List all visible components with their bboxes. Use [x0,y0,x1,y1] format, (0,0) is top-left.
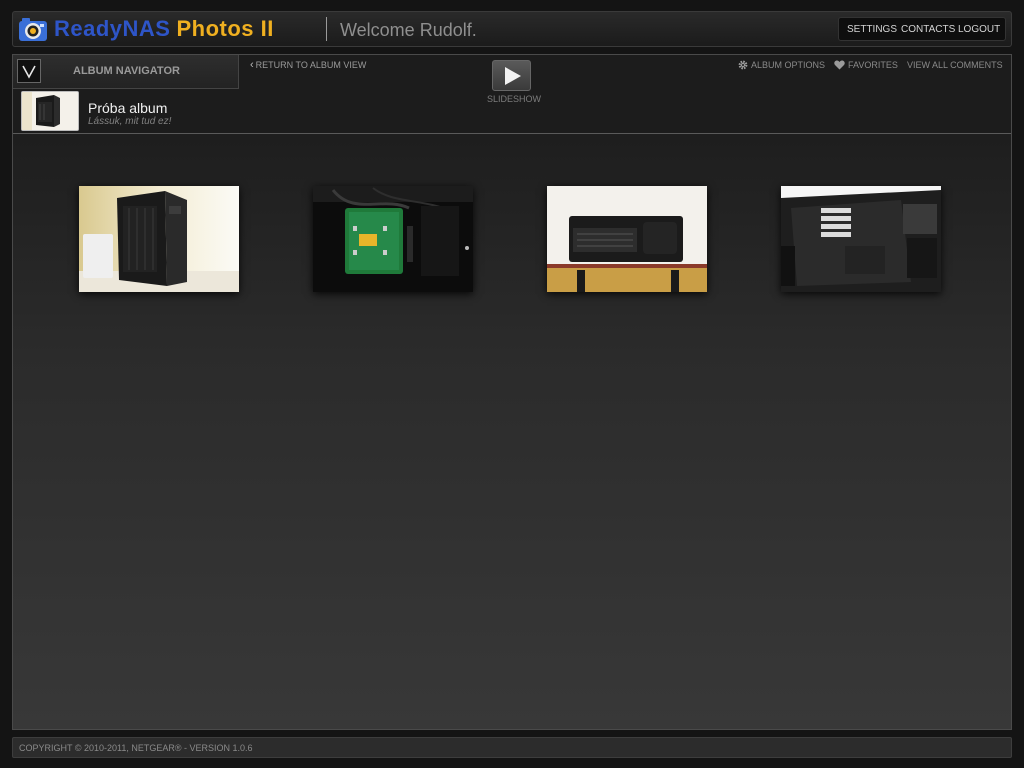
photo-thumbnail[interactable] [547,186,707,292]
album-navigator-toggle[interactable] [17,59,41,83]
app-window: ReadyNAS Photos II Welcome Rudolf. SETTIN… [0,0,1024,768]
contacts-link[interactable]: CONTACTS [901,24,955,36]
camera-icon [19,18,47,41]
slideshow-label: SLIDESHOW [487,94,542,104]
favorites-label: FAVORITES [848,60,898,70]
album-thumbnail[interactable] [21,91,79,131]
album-toolbar: ALBUM NAVIGATOR Próba album Lássuk, mit … [13,55,1011,134]
settings-link[interactable]: SETTINGS [847,24,897,36]
album-navigator-title: ALBUM NAVIGATOR [73,65,180,77]
album-cover-image [22,92,78,130]
album-options-link[interactable]: ALBUM OPTIONS [738,59,825,71]
heart-icon [834,60,845,70]
copyright-text: COPYRIGHT © 2010-2011, NETGEAR® - VERSIO… [19,743,253,753]
album-navigator-header: ALBUM NAVIGATOR [13,55,239,89]
brand-logo: ReadyNAS Photos II [54,16,274,42]
header-bar: ReadyNAS Photos II Welcome Rudolf. SETTIN… [12,11,1012,47]
pc-case-interior-image [781,186,941,292]
chevron-left-icon: ‹ [250,59,254,71]
welcome-message: Welcome Rudolf. [340,20,477,40]
favorites-link[interactable]: FAVORITES [834,59,898,71]
slideshow-button[interactable] [492,60,531,91]
return-label: RETURN TO ALBUM VIEW [255,60,367,70]
gear-icon [738,60,748,70]
brand-name: ReadyNAS [54,16,171,41]
play-icon [504,67,521,85]
account-nav: SETTINGS CONTACTS LOGOUT [838,17,1006,41]
photo-thumbnail[interactable] [79,186,239,292]
chevron-down-icon [22,65,36,79]
footer-bar: COPYRIGHT © 2010-2011, NETGEAR® - VERSIO… [12,737,1012,758]
view-all-comments-link[interactable]: VIEW ALL COMMENTS [907,59,1003,71]
header-divider [326,17,327,41]
circuit-board-image [313,186,473,292]
album-description: Lássuk, mit tud ez! [88,116,172,127]
brand-suffix: Photos II [176,16,274,41]
return-to-album-view-link[interactable]: ‹ RETURN TO ALBUM VIEW [250,59,366,71]
pc-case-top-image [547,186,707,292]
logout-link[interactable]: LOGOUT [958,24,1000,36]
album-options-label: ALBUM OPTIONS [751,60,826,70]
main-panel: ALBUM NAVIGATOR Próba album Lássuk, mit … [12,54,1012,730]
pc-case-side-image [79,186,239,292]
photo-thumbnail[interactable] [313,186,473,292]
photo-thumbnail[interactable] [781,186,941,292]
album-name: Próba album [88,100,168,116]
